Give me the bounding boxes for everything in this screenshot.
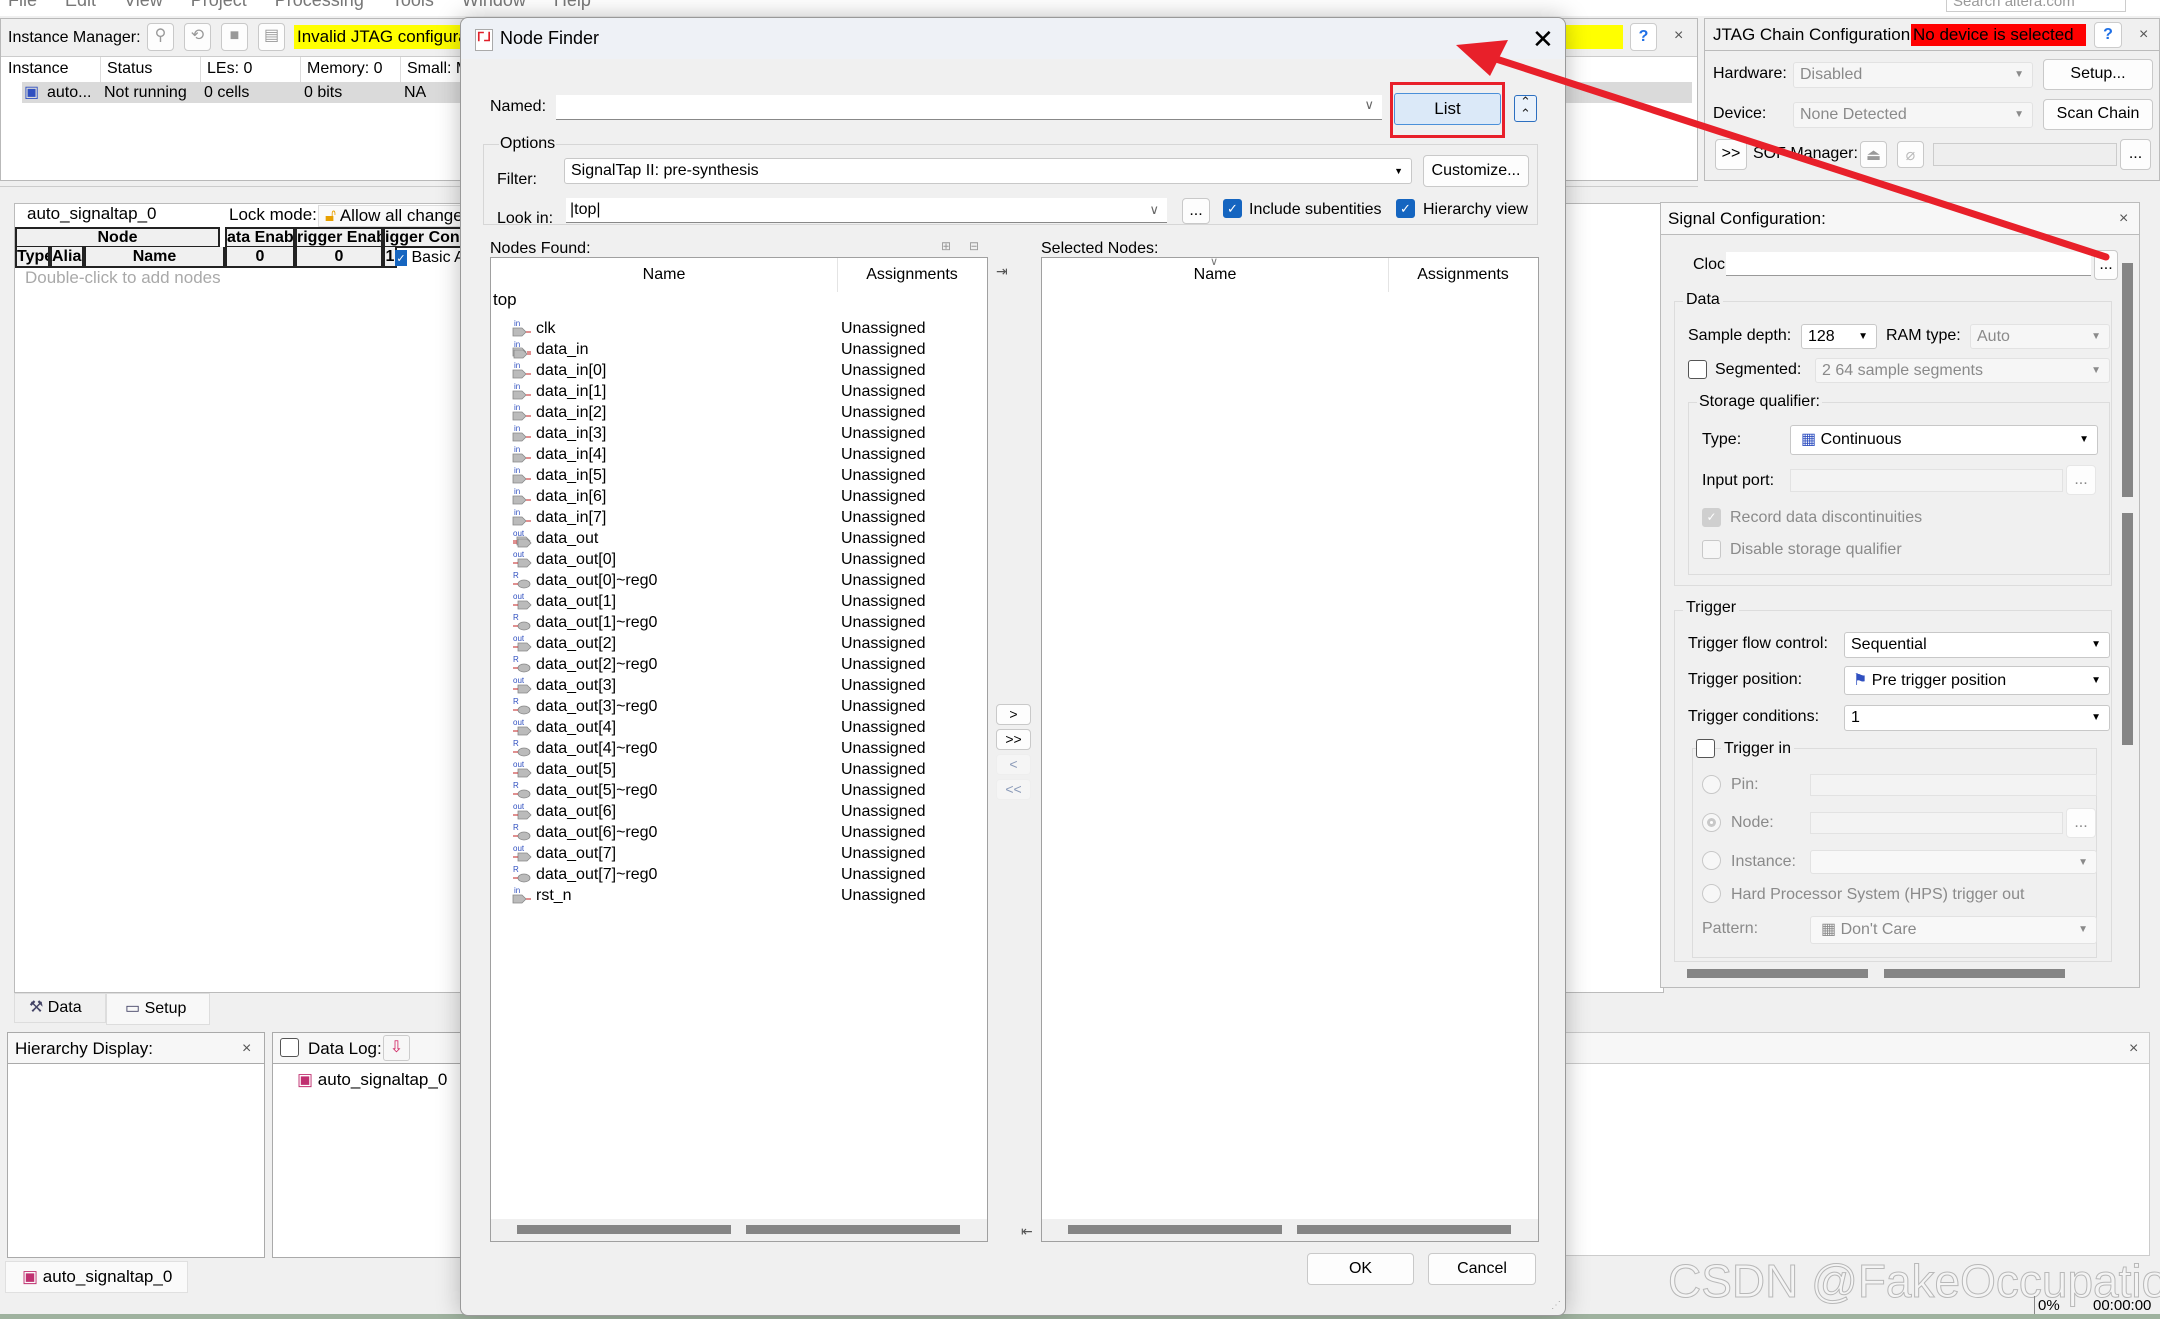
annotation-arrow bbox=[1456, 40, 2110, 261]
annotation-arrow-line bbox=[1486, 53, 2110, 261]
